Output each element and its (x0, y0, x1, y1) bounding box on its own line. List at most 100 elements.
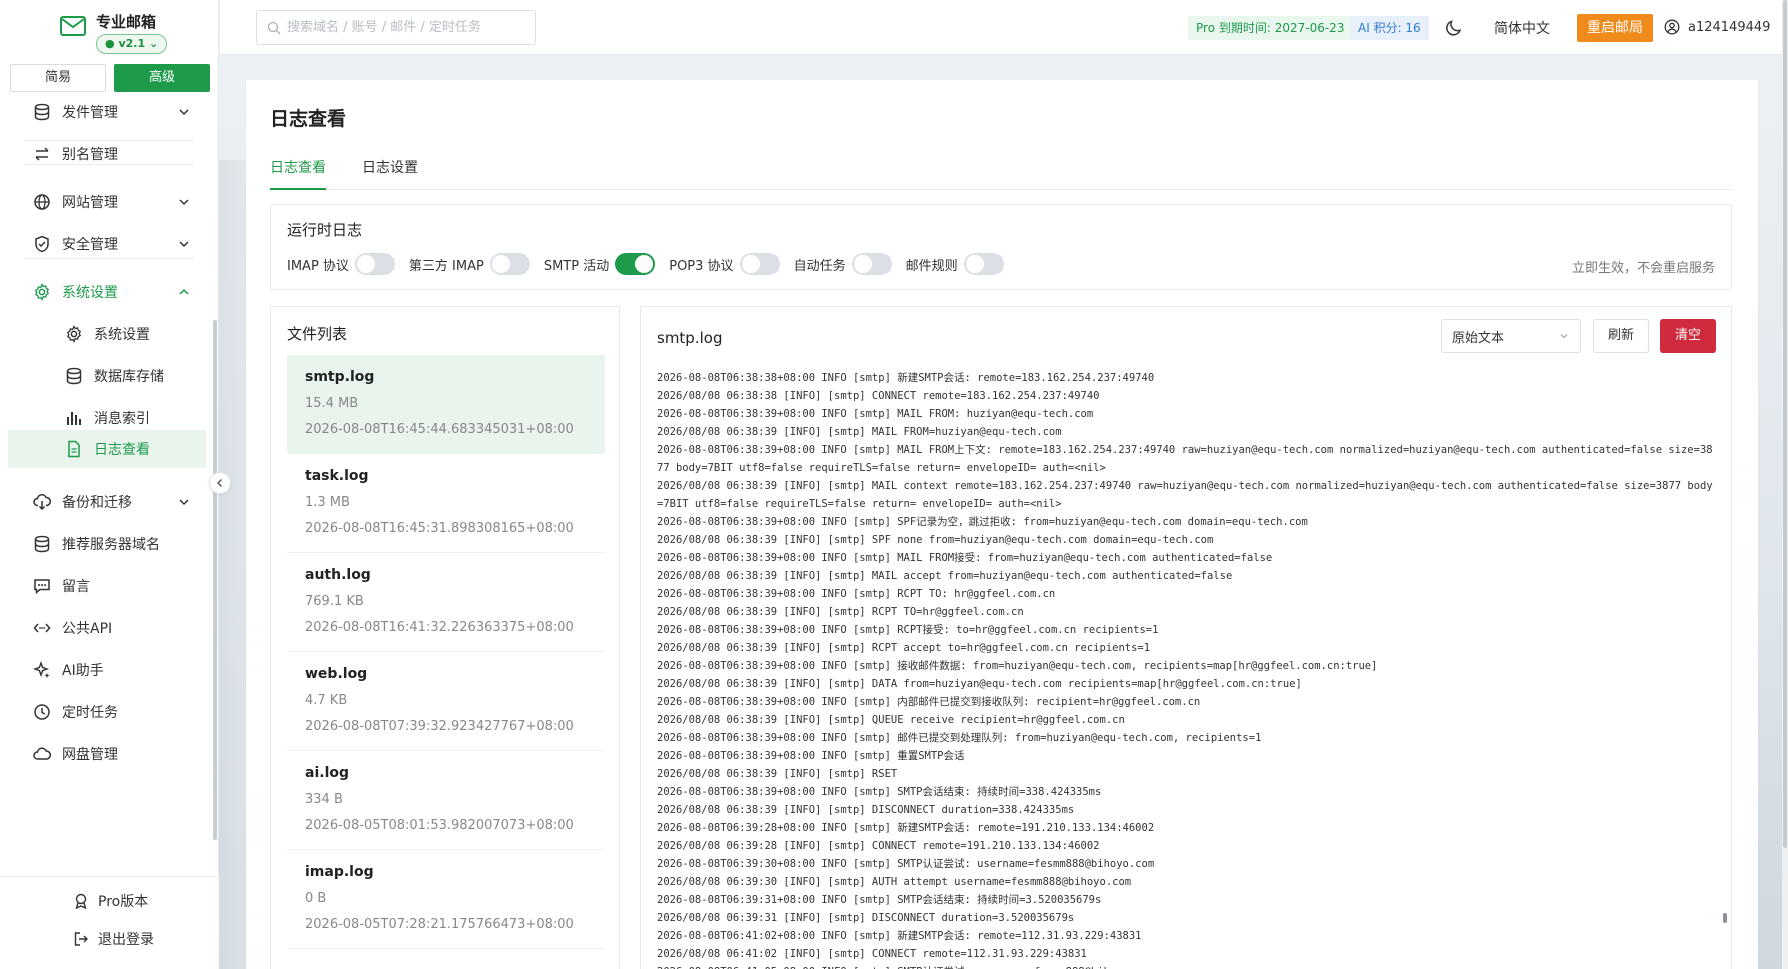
dark-mode-toggle-icon[interactable] (1444, 18, 1464, 38)
log-content-panel: smtp.log 原始文本 刷新 清空 2026-08-08T06:38:38+… (640, 306, 1732, 969)
sidebar-item-cloud-drive[interactable]: 网盘管理 (8, 734, 206, 774)
restart-mail-server-button[interactable]: 重启邮局 (1577, 14, 1653, 42)
auto-task-switch[interactable] (851, 253, 892, 275)
logout-label: 退出登录 (98, 932, 154, 948)
file-item-imap-log[interactable]: imap.log 0 B 2026-08-05T07:28:21.1757664… (287, 850, 605, 949)
chevron-left-icon (217, 479, 222, 487)
smtp-switch[interactable] (615, 253, 656, 275)
file-size: 0 B (305, 891, 327, 906)
chevron-up-icon (179, 288, 189, 295)
pop3-switch[interactable] (739, 253, 780, 275)
file-item-task-log[interactable]: task.log 1.3 MB 2026-08-08T16:45:31.8983… (287, 454, 605, 553)
logout-icon (72, 930, 90, 948)
sidebar-item-public-api[interactable]: 公共API (8, 608, 206, 648)
simple-mode-button[interactable]: 简易 (10, 64, 106, 92)
sidebar-item-recommended-server-domain[interactable]: 推荐服务器域名 (8, 524, 206, 564)
log-line: 2026-08-08T06:38:39+08:00 INFO [smtp] SP… (657, 516, 1308, 528)
log-line: 2026/08/08 06:38:39 [INFO] [smtp] SPF no… (657, 534, 1214, 546)
refresh-button[interactable]: 刷新 (1593, 319, 1649, 353)
third-party-imap-switch[interactable] (489, 253, 530, 275)
sidebar-item-label: 安全管理 (62, 237, 118, 253)
log-line: 2026-08-08T06:38:39+08:00 INFO [smtp] 内部… (657, 696, 1201, 708)
ai-credits-badge: AI 积分: 16 (1350, 16, 1429, 40)
pro-expiry-badge: Pro 到期时间: 2027-06-23 (1188, 16, 1353, 40)
brand[interactable]: 专业邮箱 ● v2.1 ⌄ (60, 6, 210, 56)
file-time: 2026-08-05T08:01:53.982007073+08:00 (305, 818, 574, 833)
sidebar-item-system-settings[interactable]: 系统设置 (8, 272, 206, 312)
clear-button[interactable]: 清空 (1660, 319, 1716, 353)
sidebar-item-ai-assistant[interactable]: AI助手 (8, 650, 206, 690)
file-size: 769.1 KB (305, 594, 364, 609)
log-text[interactable]: 2026-08-08T06:38:38+08:00 INFO [smtp] 新建… (657, 369, 1727, 969)
tab-log-view[interactable]: 日志查看 (270, 158, 326, 190)
user-menu[interactable]: a124149449 (1664, 19, 1770, 35)
file-size: 334 B (305, 792, 343, 807)
code-icon (32, 618, 52, 638)
document-icon (64, 439, 84, 459)
mode-switch: 简易 高级 (10, 64, 210, 92)
chevron-down-icon (179, 241, 189, 248)
collapse-sidebar-button[interactable] (209, 472, 231, 494)
toggle-imap: IMAP 协议 (287, 253, 395, 275)
page-title: 日志查看 (270, 108, 347, 130)
global-search[interactable] (256, 10, 536, 45)
gear-icon (32, 282, 52, 302)
sidebar-item-alias-management[interactable]: 别名管理 (8, 134, 206, 174)
sidebar: 专业邮箱 ● v2.1 ⌄ 简易 高级 发件管理 别名管理 网站管理 安全管理 (0, 0, 231, 969)
imap-switch[interactable] (354, 253, 395, 275)
log-line: 2026-08-08T06:38:39+08:00 INFO [smtp] MA… (657, 408, 1094, 420)
sidebar-scrollbar[interactable] (213, 320, 217, 840)
file-item-ai-log[interactable]: ai.log 334 B 2026-08-05T08:01:53.9820070… (287, 751, 605, 850)
sidebar-subitem-log-viewer[interactable]: 日志查看 (8, 430, 206, 468)
chevron-down-icon (179, 199, 189, 206)
log-line: 2026-08-08T06:41:05+08:00 INFO [smtp] SM… (657, 963, 1717, 969)
sidebar-menu: 发件管理 别名管理 网站管理 安全管理 系统设置 系统设置 数据库存储 消息索引… (0, 98, 212, 868)
toggle-label: 邮件规则 (905, 258, 958, 274)
search-input[interactable] (287, 20, 507, 35)
database-icon (64, 366, 84, 386)
sidebar-item-backup-migration[interactable]: 备份和迁移 (8, 482, 206, 522)
sidebar-item-send-management[interactable]: 发件管理 (8, 98, 206, 132)
mail-rules-switch[interactable] (963, 253, 1004, 275)
sidebar-subitem-system-settings[interactable]: 系统设置 (8, 314, 206, 354)
sidebar-item-label: 公共API (62, 621, 113, 637)
language-selector[interactable]: 简体中文 (1494, 18, 1550, 38)
chevron-down-icon (179, 109, 189, 116)
log-line: 2026-08-08T06:38:39+08:00 INFO [smtp] 接收… (657, 660, 1378, 672)
sparkle-icon (32, 660, 52, 680)
pro-version-link[interactable]: Pro版本 (72, 891, 148, 911)
log-scrollbar-thumb[interactable] (1723, 913, 1727, 923)
current-log-filename: smtp.log (657, 329, 723, 347)
sidebar-item-label: 留言 (62, 579, 90, 595)
sidebar-item-label: 别名管理 (62, 147, 118, 163)
toggle-auto-task: 自动任务 (794, 253, 892, 275)
bar-chart-icon (64, 408, 84, 428)
file-item-web-log[interactable]: web.log 4.7 KB 2026-08-08T07:39:32.92342… (287, 652, 605, 751)
toggle-smtp: SMTP 活动 (544, 253, 656, 275)
toggle-pop3: POP3 协议 (669, 253, 780, 275)
brand-name: 专业邮箱 (96, 13, 157, 31)
tab-log-settings[interactable]: 日志设置 (362, 158, 418, 190)
database-icon (32, 534, 52, 554)
sidebar-item-messages[interactable]: 留言 (8, 566, 206, 606)
database-icon (32, 102, 52, 122)
sidebar-item-scheduled-tasks[interactable]: 定时任务 (8, 692, 206, 732)
toggle-label: 第三方 IMAP (408, 258, 484, 274)
version-badge[interactable]: ● v2.1 ⌄ (96, 34, 168, 54)
advanced-mode-button[interactable]: 高级 (114, 64, 210, 92)
log-line: 2026/08/08 06:38:38 [INFO] [smtp] CONNEC… (657, 390, 1100, 402)
format-select[interactable]: 原始文本 (1441, 319, 1581, 353)
message-icon (32, 576, 52, 596)
log-line: 2026-08-08T06:38:39+08:00 INFO [smtp] RC… (657, 588, 1056, 600)
logout-button[interactable]: 退出登录 (72, 929, 154, 949)
file-name: imap.log (305, 864, 374, 880)
file-item-auth-log[interactable]: auth.log 769.1 KB 2026-08-08T16:41:32.22… (287, 553, 605, 652)
sidebar-subitem-database-storage[interactable]: 数据库存储 (8, 356, 206, 396)
log-line: 2026/08/08 06:38:39 [INFO] [smtp] DISCON… (657, 804, 1075, 816)
page-scrollbar-thumb[interactable] (1783, 0, 1787, 848)
log-line: 2026-08-08T06:38:39+08:00 INFO [smtp] 重置… (657, 750, 965, 762)
sidebar-item-website-management[interactable]: 网站管理 (8, 182, 206, 222)
page-scrollbar[interactable] (1782, 0, 1788, 969)
file-time: 2026-08-08T16:45:31.898308165+08:00 (305, 521, 574, 536)
file-item-smtp-log[interactable]: smtp.log 15.4 MB 2026-08-08T16:45:44.683… (287, 355, 605, 454)
